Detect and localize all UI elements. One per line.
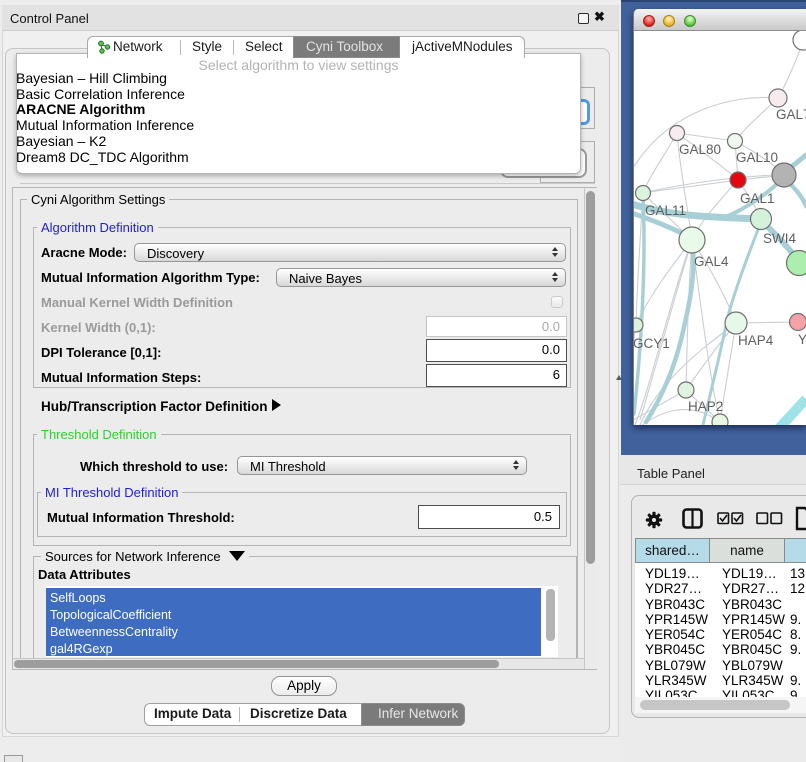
svg-text:GAL80: GAL80 [679, 142, 721, 157]
svg-text:GAL7: GAL7 [776, 107, 806, 122]
svg-text:GAL10: GAL10 [736, 150, 778, 165]
svg-text:Y: Y [798, 332, 806, 347]
svg-text:HAP2: HAP2 [688, 399, 723, 414]
svg-text:GAL4: GAL4 [694, 254, 729, 269]
svg-text:SWI4: SWI4 [763, 231, 796, 246]
svg-text:GAL11: GAL11 [645, 203, 686, 218]
svg-text:GAL1: GAL1 [740, 191, 775, 206]
svg-text:HAP4: HAP4 [738, 333, 774, 348]
svg-text:GCY1: GCY1 [634, 336, 670, 351]
